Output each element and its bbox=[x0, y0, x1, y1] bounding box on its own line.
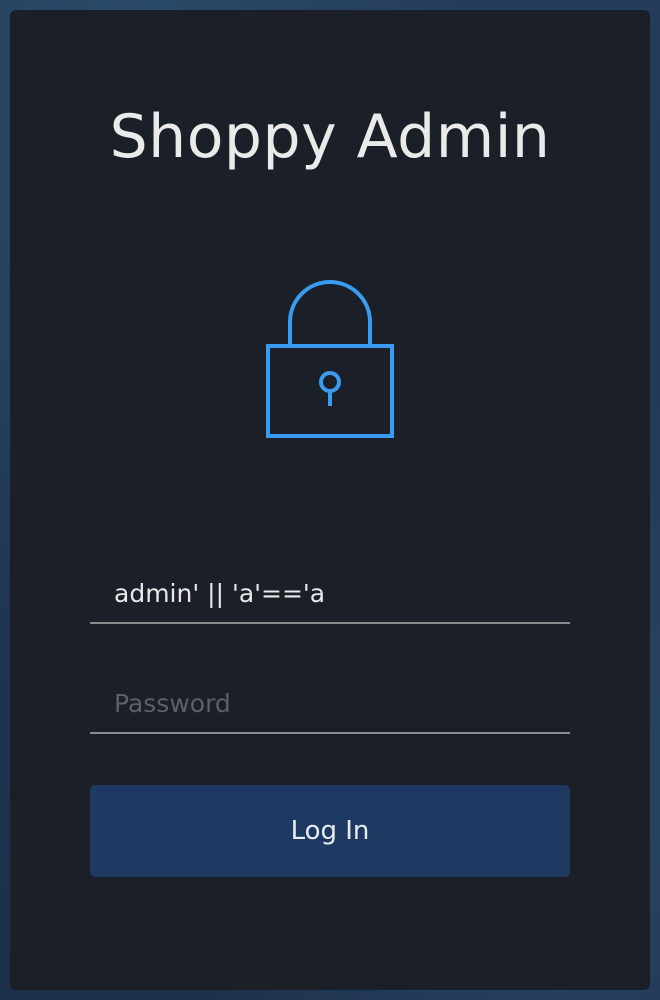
password-field[interactable] bbox=[90, 674, 570, 734]
login-card: Shoppy Admin Log In bbox=[10, 10, 650, 990]
page-title: Shoppy Admin bbox=[109, 102, 551, 172]
username-field[interactable] bbox=[90, 564, 570, 624]
lock-icon bbox=[266, 280, 394, 438]
login-button[interactable]: Log In bbox=[90, 785, 570, 877]
